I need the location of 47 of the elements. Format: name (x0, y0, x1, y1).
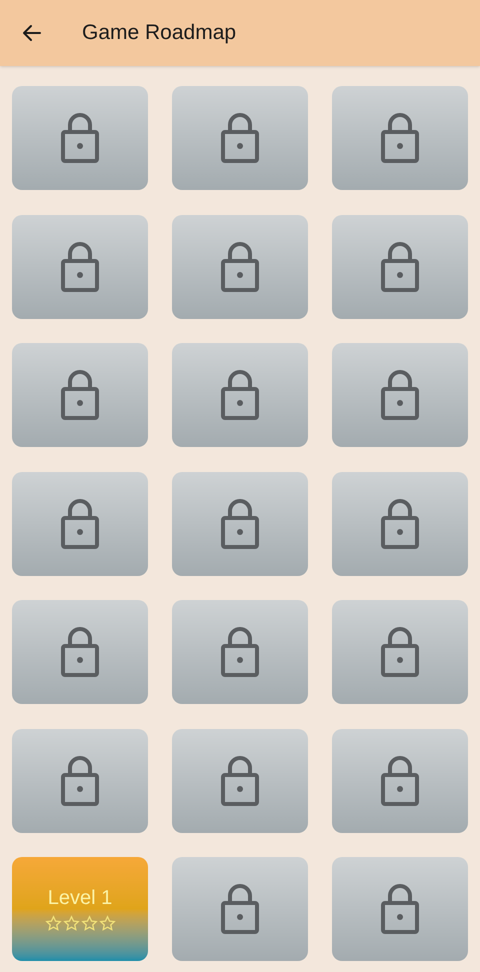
padlock-icon (381, 370, 419, 420)
locked-level-tile[interactable] (172, 857, 308, 961)
padlock-icon (381, 756, 419, 806)
page-title: Game Roadmap (82, 20, 236, 46)
padlock-icon (221, 627, 259, 677)
star-icon (44, 915, 62, 932)
locked-level-tile[interactable] (172, 214, 308, 318)
star-icon (80, 915, 98, 932)
locked-level-tile[interactable] (12, 343, 148, 447)
padlock-icon (61, 627, 99, 677)
padlock-icon (61, 756, 99, 806)
padlock-icon (61, 498, 99, 548)
locked-level-tile[interactable] (332, 343, 468, 447)
locked-level-tile[interactable] (332, 472, 468, 576)
padlock-icon (221, 242, 259, 292)
padlock-icon (381, 498, 419, 548)
padlock-icon (61, 113, 99, 163)
locked-level-tile[interactable] (332, 857, 468, 961)
padlock-icon (381, 627, 419, 677)
locked-level-tile[interactable] (12, 214, 148, 318)
padlock-icon (381, 884, 419, 934)
locked-level-tile[interactable] (172, 343, 308, 447)
locked-level-tile[interactable] (12, 728, 148, 832)
locked-level-tile[interactable] (12, 600, 148, 704)
locked-level-tile[interactable] (172, 86, 308, 190)
locked-level-tile[interactable] (332, 600, 468, 704)
star-icon (98, 915, 116, 932)
level-label: Level 1 (48, 886, 112, 911)
locked-level-tile[interactable] (172, 472, 308, 576)
padlock-icon (221, 884, 259, 934)
locked-level-tile[interactable] (172, 728, 308, 832)
padlock-icon (381, 242, 419, 292)
padlock-icon (221, 113, 259, 163)
locked-level-tile[interactable] (12, 472, 148, 576)
padlock-icon (61, 242, 99, 292)
star-icon (62, 915, 80, 932)
locked-level-tile[interactable] (332, 214, 468, 318)
level-tile[interactable]: Level 1 (12, 857, 148, 961)
padlock-icon (221, 498, 259, 548)
padlock-icon (381, 113, 419, 163)
padlock-icon (221, 756, 259, 806)
locked-level-tile[interactable] (12, 86, 148, 190)
padlock-icon (61, 370, 99, 420)
locked-level-tile[interactable] (172, 600, 308, 704)
padlock-icon (221, 370, 259, 420)
locked-level-tile[interactable] (332, 86, 468, 190)
locked-level-tile[interactable] (332, 728, 468, 832)
